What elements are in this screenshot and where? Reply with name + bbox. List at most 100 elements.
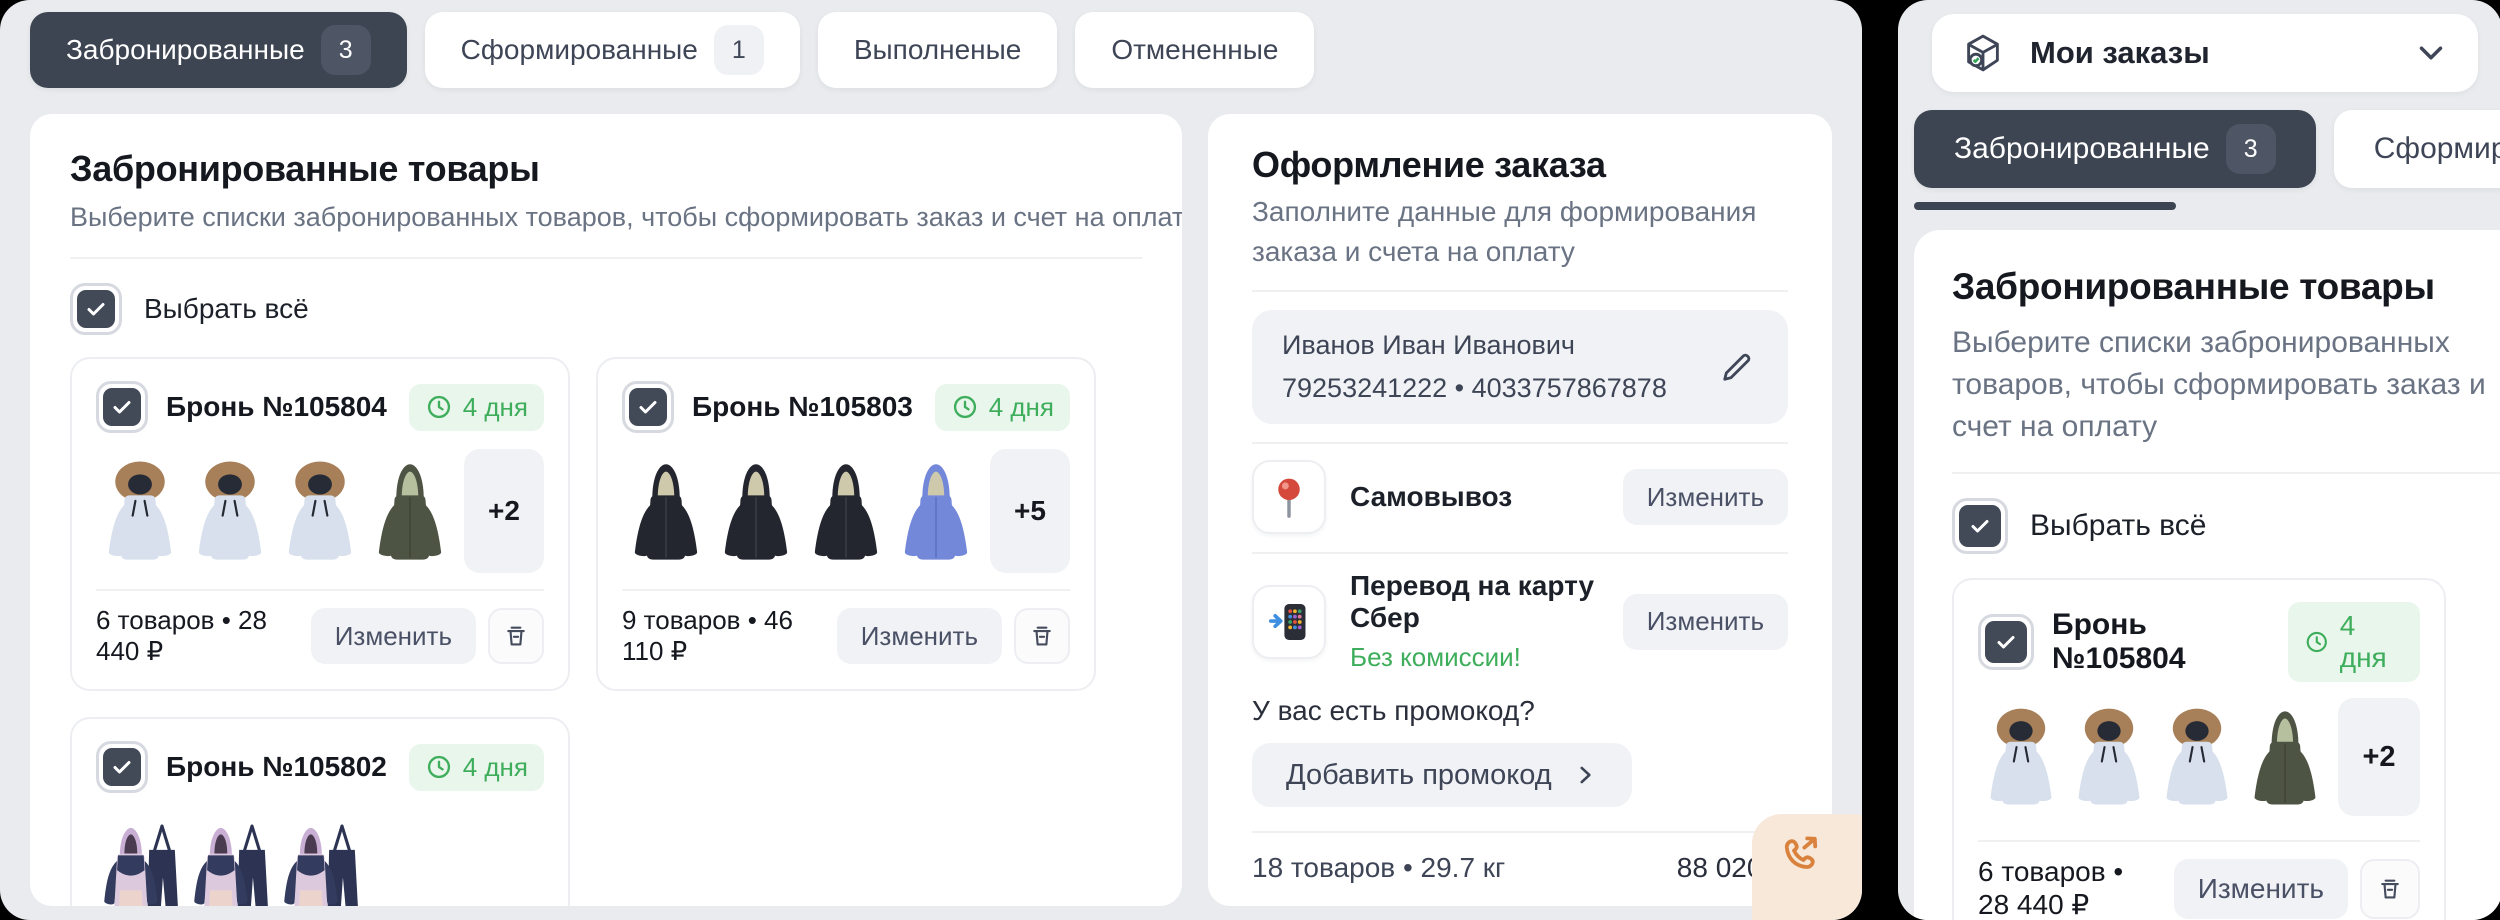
card-footer: 6 товаров • 28 440 ₽ Изменить bbox=[96, 605, 544, 667]
tab-label: Отмененные bbox=[1111, 34, 1278, 66]
desktop-view: Забронированные 3 Сформированные 1 Выпол… bbox=[0, 0, 1862, 920]
edit-reservation-button[interactable]: Изменить bbox=[2174, 859, 2348, 919]
mobile-reserved-products-panel: Забронированные товары Выберите списки з… bbox=[1914, 230, 2500, 920]
card-header: Бронь №105804 4 дня bbox=[96, 381, 544, 433]
days-left-badge: 4 дня bbox=[935, 384, 1070, 431]
parka-fur-light bbox=[96, 449, 184, 573]
add-promo-button[interactable]: Добавить промокод bbox=[1252, 743, 1632, 807]
more-items-box[interactable]: +2 bbox=[464, 449, 544, 573]
tab-label: Сформированные bbox=[2374, 132, 2500, 166]
parka-dark bbox=[802, 449, 890, 573]
trash-icon bbox=[2375, 874, 2405, 904]
my-orders-header[interactable]: Мои заказы bbox=[1932, 14, 2478, 92]
divider bbox=[1978, 840, 2420, 842]
items-and-price: 9 товаров • 46 110 ₽ bbox=[622, 605, 825, 667]
customer-name: Иванов Иван Иванович bbox=[1282, 330, 1667, 361]
product-thumbnails: +5 bbox=[622, 449, 1070, 573]
delivery-method-label: Самовывоз bbox=[1350, 481, 1512, 513]
delete-reservation-button[interactable] bbox=[2360, 859, 2420, 919]
tab-formed[interactable]: Сформированные 1 bbox=[425, 12, 800, 88]
reservation-card: Бронь №105804 4 дня bbox=[1952, 578, 2446, 920]
parka-fur-light bbox=[276, 449, 364, 573]
panel-subtitle: Выберите списки забронированных товаров,… bbox=[70, 202, 1142, 233]
divider bbox=[70, 257, 1142, 259]
parka-dark bbox=[712, 449, 800, 573]
chevron-down-icon[interactable] bbox=[2412, 34, 2450, 72]
info-icon[interactable] bbox=[1523, 906, 1553, 907]
more-items-box[interactable]: +2 bbox=[2338, 698, 2420, 816]
tab-count-badge: 3 bbox=[321, 25, 371, 75]
logistics-fee-row: Логистический сбор 0 ₽ bbox=[1252, 904, 1788, 906]
select-all-checkbox-row[interactable]: Выбрать всё bbox=[1952, 498, 2500, 554]
edit-pencil-icon[interactable] bbox=[1716, 346, 1758, 388]
days-left-badge: 4 дня bbox=[409, 744, 544, 791]
tab-reserved[interactable]: Забронированные 3 bbox=[1914, 110, 2316, 188]
panel-title: Забронированные товары bbox=[70, 148, 1142, 190]
phone-callback-icon bbox=[1776, 834, 1824, 882]
tab-reserved[interactable]: Забронированные 3 bbox=[30, 12, 407, 88]
days-left-badge: 4 дня bbox=[2288, 602, 2420, 682]
reservation-number: Бронь №105804 bbox=[166, 391, 387, 423]
parka-fur-light bbox=[2154, 698, 2240, 816]
panel-title: Забронированные товары bbox=[1952, 266, 2500, 308]
ski-suit-set bbox=[276, 809, 364, 906]
jacket-olive bbox=[2242, 698, 2328, 816]
tab-cancelled[interactable]: Отмененные bbox=[1075, 12, 1314, 88]
check-icon bbox=[1968, 514, 1992, 538]
ski-suit-set bbox=[96, 809, 184, 906]
card-footer: 6 товаров • 28 440 ₽ Изменить bbox=[1978, 856, 2420, 920]
check-icon bbox=[1994, 630, 2018, 654]
edit-reservation-button[interactable]: Изменить bbox=[311, 608, 476, 664]
tab-completed[interactable]: Выполненые bbox=[818, 12, 1057, 88]
product-thumbnails bbox=[96, 809, 544, 906]
content-panels: Забронированные товары Выберите списки з… bbox=[30, 114, 1832, 906]
reservation-cards: Бронь №105804 4 дня bbox=[70, 357, 1142, 906]
checkbox-checked[interactable] bbox=[622, 381, 674, 433]
edit-reservation-button[interactable]: Изменить bbox=[837, 608, 1002, 664]
check-icon bbox=[110, 395, 134, 419]
screenshot-canvas: Забронированные 3 Сформированные 1 Выпол… bbox=[0, 0, 2500, 920]
checkbox-checked[interactable] bbox=[96, 741, 148, 793]
parka-dark bbox=[622, 449, 710, 573]
reservation-number: Бронь №105803 bbox=[692, 391, 913, 423]
divider bbox=[1252, 831, 1788, 833]
tab-formed[interactable]: Сформированные bbox=[2334, 110, 2500, 188]
checkbox-checked[interactable] bbox=[70, 283, 122, 335]
tab-count-badge: 3 bbox=[2226, 124, 2276, 174]
more-items-box[interactable]: +5 bbox=[990, 449, 1070, 573]
reservation-card: Бронь №105804 4 дня bbox=[70, 357, 570, 691]
panel-subtitle: Выберите списки забронированных товаров,… bbox=[1952, 322, 2500, 448]
callback-button[interactable] bbox=[1752, 814, 1862, 920]
reservation-number: Бронь №105804 bbox=[2052, 608, 2270, 676]
reservation-number: Бронь №105802 bbox=[166, 751, 387, 783]
change-payment-button[interactable]: Изменить bbox=[1623, 594, 1788, 650]
change-delivery-button[interactable]: Изменить bbox=[1623, 469, 1788, 525]
package-icon bbox=[1960, 30, 2006, 76]
delete-reservation-button[interactable] bbox=[1014, 608, 1070, 664]
trash-icon bbox=[1027, 621, 1057, 651]
select-all-label: Выбрать всё bbox=[144, 293, 309, 325]
card-header: Бронь №105802 4 дня bbox=[96, 741, 544, 793]
checkout-title: Оформление заказа bbox=[1252, 144, 1788, 186]
payment-method-row: Перевод на карту Сбер Без комиссии! Изме… bbox=[1252, 570, 1788, 673]
promo-question: У вас есть промокод? bbox=[1252, 695, 1788, 727]
delete-reservation-button[interactable] bbox=[488, 608, 544, 664]
checkbox-checked[interactable] bbox=[1952, 498, 2008, 554]
my-orders-title: Мои заказы bbox=[2030, 35, 2210, 71]
clock-icon bbox=[425, 393, 453, 421]
payment-method-label: Перевод на карту Сбер bbox=[1350, 570, 1599, 634]
select-all-checkbox-row[interactable]: Выбрать всё bbox=[70, 283, 1142, 335]
ski-suit-set bbox=[186, 809, 274, 906]
reserved-products-panel: Забронированные товары Выберите списки з… bbox=[30, 114, 1182, 906]
checkbox-checked[interactable] bbox=[96, 381, 148, 433]
card-transfer-icon bbox=[1252, 585, 1326, 659]
jacket-olive bbox=[366, 449, 454, 573]
checkout-panel: Оформление заказа Заполните данные для ф… bbox=[1208, 114, 1832, 906]
checkbox-checked[interactable] bbox=[1978, 614, 2034, 670]
parka-fur-light bbox=[186, 449, 274, 573]
check-icon bbox=[636, 395, 660, 419]
divider bbox=[96, 589, 544, 591]
card-footer: 9 товаров • 46 110 ₽ Изменить bbox=[622, 605, 1070, 667]
reservation-card: Бронь №105802 4 дня bbox=[70, 717, 570, 906]
checkout-subtitle: Заполните данные для формирования заказа… bbox=[1252, 192, 1788, 272]
